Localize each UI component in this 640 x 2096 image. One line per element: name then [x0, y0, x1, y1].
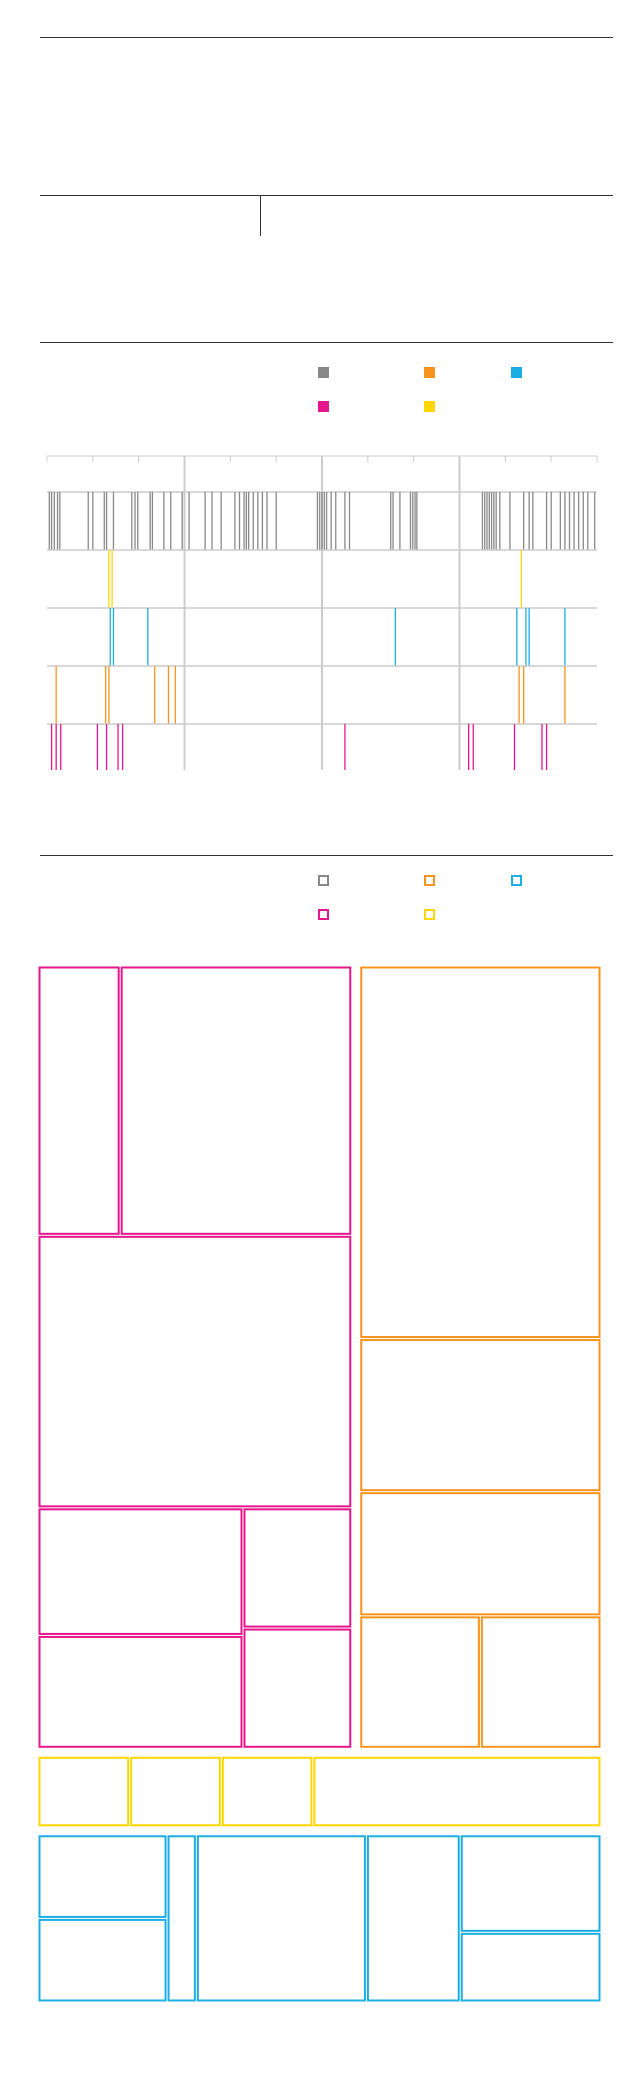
legend-swatch-orange-outline — [424, 875, 435, 886]
treemap-chart — [38, 966, 601, 2002]
treemap-cell-2-3 — [313, 1756, 601, 1827]
treemap-cell-0-2 — [38, 1235, 352, 1508]
legend-swatch-orange — [424, 367, 435, 378]
treemap-cell-0-4 — [38, 1635, 243, 1748]
treemap-cell-3-0 — [38, 1835, 167, 1918]
treemap-cell-0-5 — [243, 1508, 352, 1628]
legend-swatch-blue — [511, 367, 522, 378]
legend-swatch-gray — [318, 367, 329, 378]
legend-swatch-yellow — [424, 401, 435, 412]
section-divider — [260, 195, 261, 236]
section-rule-3 — [40, 855, 613, 856]
legend-swatch-magenta-outline — [318, 909, 329, 920]
section-rule-2 — [40, 342, 613, 343]
treemap-cell-3-1 — [38, 1918, 167, 2002]
treemap-cell-0-6 — [243, 1628, 352, 1748]
treemap-cell-1-2 — [360, 1492, 601, 1616]
treemap-cell-2-1 — [130, 1756, 221, 1827]
treemap-cell-1-3 — [360, 1616, 480, 1748]
section-rule-1 — [40, 195, 613, 196]
legend-swatch-yellow-outline — [424, 909, 435, 920]
treemap-cell-1-4 — [480, 1616, 601, 1748]
legend-swatch-magenta — [318, 401, 329, 412]
treemap-cell-0-1 — [120, 966, 352, 1235]
treemap-cell-3-2 — [167, 1835, 196, 2002]
legend-swatch-blue-outline — [511, 875, 522, 886]
treemap-cell-1-1 — [360, 1339, 601, 1492]
strip-chart — [46, 455, 598, 770]
top-rule — [40, 37, 613, 38]
legend-swatch-gray-outline — [318, 875, 329, 886]
treemap-cell-2-2 — [221, 1756, 313, 1827]
treemap-cell-1-0 — [360, 966, 601, 1339]
treemap-cell-0-3 — [38, 1508, 243, 1635]
treemap-cell-3-6 — [460, 1932, 601, 2002]
treemap-cell-0-0 — [38, 966, 120, 1235]
treemap-cell-3-5 — [460, 1835, 601, 1932]
treemap-cell-3-4 — [366, 1835, 460, 2002]
treemap-cell-3-3 — [196, 1835, 366, 2002]
treemap-cell-2-0 — [38, 1756, 130, 1827]
